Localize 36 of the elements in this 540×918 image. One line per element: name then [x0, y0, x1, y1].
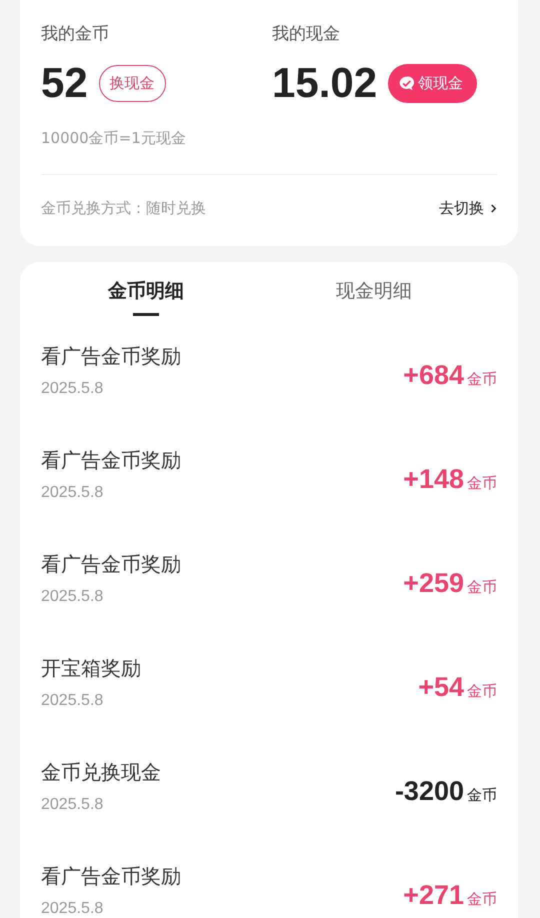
switch-link[interactable]: 去切换 [439, 199, 497, 218]
record-amount: +271 [403, 880, 464, 910]
record-date: 2025.5.8 [41, 380, 104, 398]
record-date: 2025.5.8 [41, 900, 104, 918]
tab[interactable]: 现金明细 [251, 278, 497, 316]
record-title: 看广告金币奖励 [41, 446, 181, 474]
record-date: 2025.5.8 [41, 796, 104, 814]
record-date: 2025.5.8 [41, 588, 104, 606]
record-date: 2025.5.8 [41, 484, 104, 502]
record-unit: 金币 [467, 578, 497, 596]
record-unit: 金币 [467, 682, 497, 700]
exchange-rate: 10000金币=1元现金 [41, 129, 187, 148]
record-unit: 金币 [467, 890, 497, 908]
record-amount: +148 [403, 464, 464, 494]
record-title: 金币兑换现金 [41, 758, 161, 786]
record-amount: +684 [403, 360, 464, 390]
record-unit: 金币 [467, 370, 497, 388]
record-date: 2025.5.8 [41, 692, 104, 710]
record-unit: 金币 [467, 786, 497, 804]
chevron-icon [490, 203, 497, 214]
record-title: 看广告金币奖励 [41, 862, 181, 890]
exchange-button[interactable]: 换现金 [98, 64, 166, 102]
record-amount: +54 [418, 672, 464, 702]
exchange-method: 金币兑换方式：随时兑换 [41, 199, 206, 218]
record-title: 看广告金币奖励 [41, 342, 181, 370]
cash-value: 15.02 [272, 59, 378, 107]
record-amount: +259 [403, 568, 464, 598]
record-unit: 金币 [467, 474, 497, 492]
record-title: 看广告金币奖励 [41, 550, 181, 578]
coins-label: 我的金币 [41, 23, 110, 45]
record-title: 开宝箱奖励 [41, 654, 141, 682]
chat-check-icon [398, 74, 416, 92]
record-amount: -3200 [394, 776, 464, 806]
withdraw-button[interactable]: 领现金 [388, 64, 478, 102]
cash-label: 我的现金 [272, 23, 341, 45]
coins-value: 52 [41, 59, 88, 107]
